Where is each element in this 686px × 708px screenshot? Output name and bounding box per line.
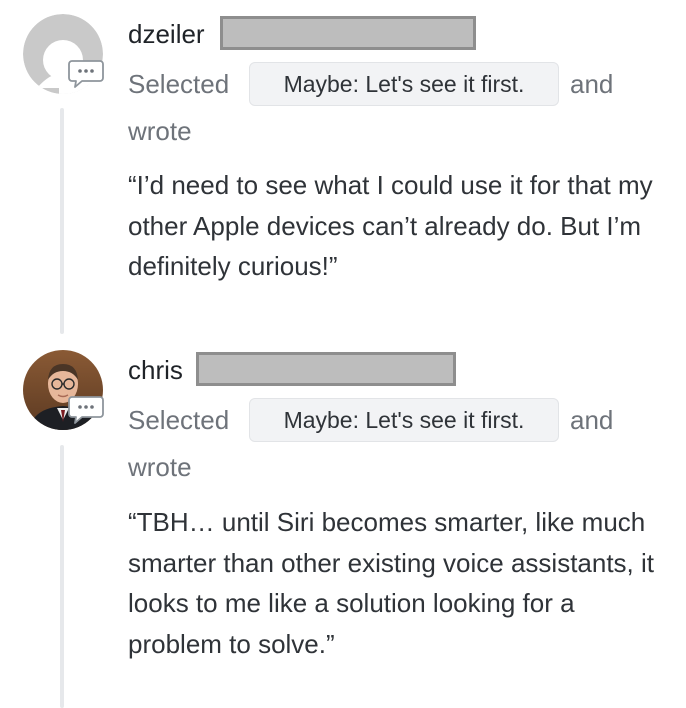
comment-quote: “I’d need to see what I could use it for…	[128, 170, 653, 281]
comment-quote: “TBH… until Siri becomes smarter, like m…	[128, 507, 655, 659]
speech-bubble-icon	[68, 395, 104, 425]
thread-line	[60, 108, 64, 334]
selected-row: Selected Maybe: Let's see it first. and	[128, 398, 668, 442]
wrote-label: wrote	[128, 116, 192, 146]
redacted-username-block	[196, 352, 456, 386]
selected-label: Selected	[128, 69, 230, 99]
selected-label: Selected	[128, 405, 230, 435]
username[interactable]: dzeiler	[128, 17, 205, 51]
selected-row: Selected Maybe: Let's see it first. and	[128, 62, 668, 106]
username-row: dzeiler	[128, 16, 488, 51]
username[interactable]: chris	[128, 353, 183, 387]
and-label: and	[570, 405, 614, 435]
username-row: chris	[128, 352, 468, 387]
wrote-label: wrote	[128, 452, 192, 482]
choice-badge[interactable]: Maybe: Let's see it first.	[249, 398, 559, 442]
choice-badge[interactable]: Maybe: Let's see it first.	[249, 62, 559, 106]
speech-bubble-icon	[68, 59, 104, 89]
thread-line	[60, 445, 64, 708]
and-label: and	[570, 69, 614, 99]
redacted-username-block	[220, 16, 476, 50]
